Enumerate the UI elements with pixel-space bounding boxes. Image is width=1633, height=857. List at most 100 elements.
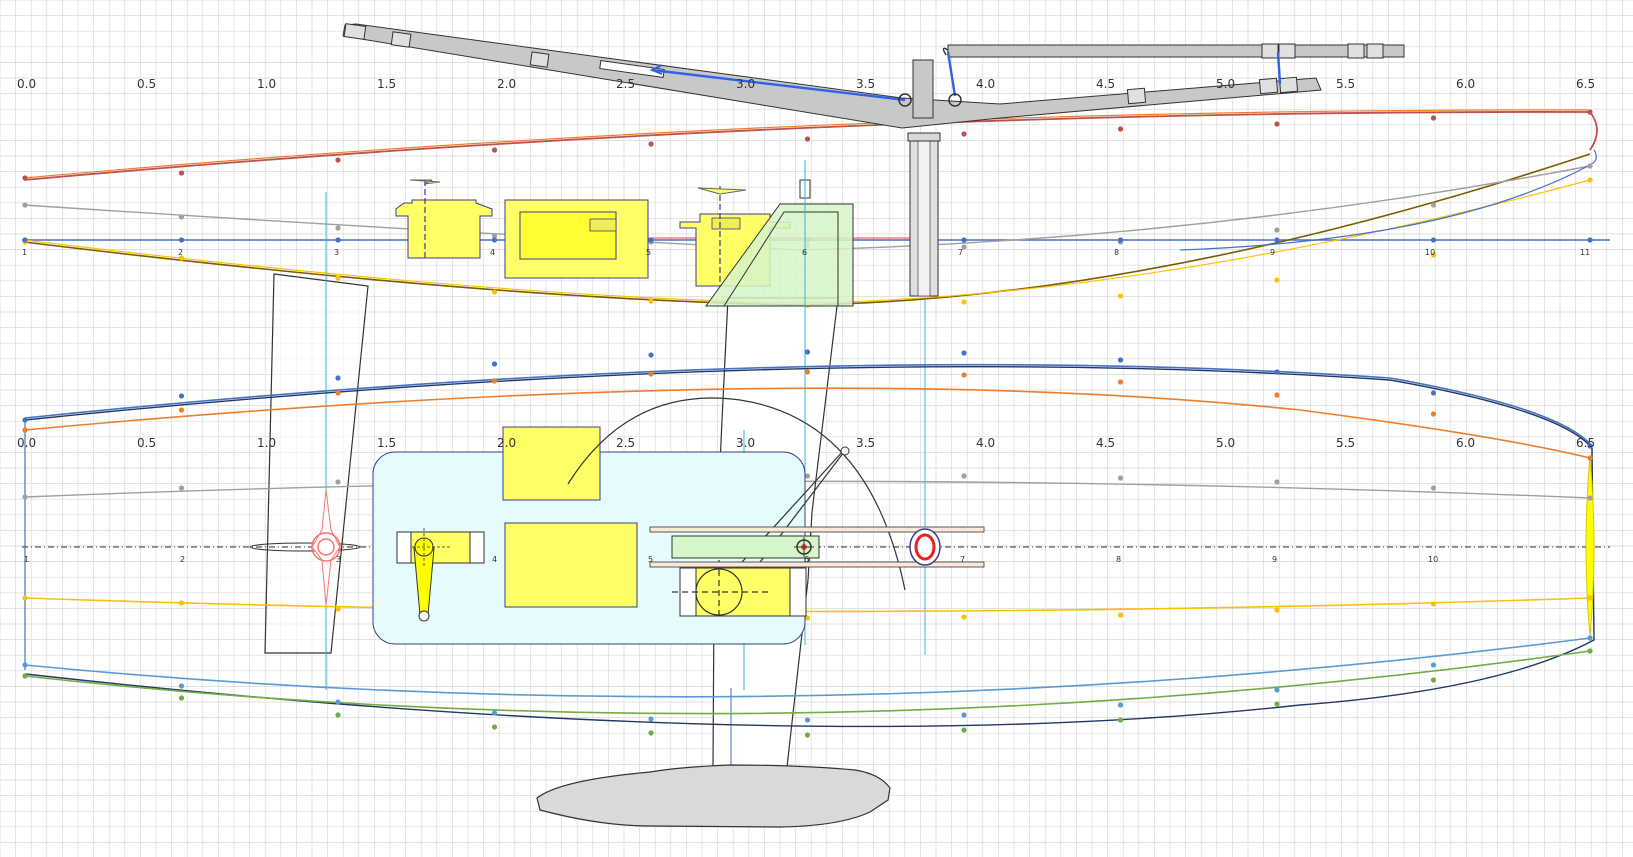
mast-rail-bottom[interactable] bbox=[649, 561, 985, 568]
station-dot[interactable] bbox=[1117, 293, 1124, 299]
station-dot[interactable] bbox=[178, 695, 185, 701]
rudder[interactable] bbox=[264, 273, 369, 654]
station-dot[interactable] bbox=[335, 712, 341, 718]
station-dot[interactable] bbox=[335, 606, 341, 612]
station-dot[interactable] bbox=[178, 393, 185, 399]
sail-winch-plan[interactable] bbox=[672, 560, 807, 617]
station-dot[interactable] bbox=[804, 369, 811, 375]
station-dot[interactable] bbox=[961, 712, 967, 718]
station-dot[interactable] bbox=[178, 214, 185, 220]
station-dot[interactable] bbox=[648, 141, 654, 147]
station-dot[interactable] bbox=[1587, 495, 1593, 501]
mast-step-plan[interactable] bbox=[909, 528, 941, 566]
station-dot[interactable] bbox=[335, 699, 341, 705]
station-dot[interactable] bbox=[22, 175, 28, 181]
station-dot[interactable] bbox=[1117, 357, 1124, 363]
station-dot[interactable] bbox=[804, 349, 811, 355]
station-dot[interactable] bbox=[491, 378, 498, 384]
station-dot[interactable] bbox=[178, 237, 185, 243]
station-dot[interactable] bbox=[491, 289, 498, 295]
mast-head[interactable] bbox=[912, 59, 934, 119]
station-dot[interactable] bbox=[961, 372, 967, 378]
station-dot[interactable] bbox=[178, 683, 185, 689]
station-dot[interactable] bbox=[335, 157, 341, 163]
station-dot[interactable] bbox=[1117, 717, 1124, 723]
station-dot[interactable] bbox=[1117, 475, 1124, 481]
station-dot[interactable] bbox=[178, 485, 185, 491]
station-dot[interactable] bbox=[648, 730, 654, 736]
station-dot[interactable] bbox=[648, 237, 654, 243]
station-dot[interactable] bbox=[22, 417, 28, 423]
station-dot[interactable] bbox=[648, 298, 654, 304]
station-dot[interactable] bbox=[1587, 635, 1593, 641]
station-dot[interactable] bbox=[178, 170, 185, 176]
station-dot[interactable] bbox=[1274, 227, 1280, 233]
station-dot[interactable] bbox=[22, 595, 28, 601]
station-dot[interactable] bbox=[804, 732, 811, 738]
station-dot[interactable] bbox=[1430, 115, 1437, 121]
rudder-servo-profile[interactable] bbox=[395, 179, 493, 259]
station-dot[interactable] bbox=[22, 494, 28, 500]
station-dot[interactable] bbox=[961, 350, 967, 356]
station-dot[interactable] bbox=[1587, 455, 1593, 461]
station-dot[interactable] bbox=[335, 390, 341, 396]
station-dot[interactable] bbox=[1274, 121, 1280, 127]
station-dot[interactable] bbox=[1274, 392, 1280, 398]
station-dot[interactable] bbox=[335, 479, 341, 485]
station-dot[interactable] bbox=[491, 237, 498, 243]
station-dot[interactable] bbox=[1117, 702, 1124, 708]
station-dot[interactable] bbox=[1274, 237, 1280, 243]
receiver-plan[interactable] bbox=[502, 426, 601, 501]
station-dot[interactable] bbox=[1274, 687, 1280, 693]
station-dot[interactable] bbox=[335, 375, 341, 381]
station-dot[interactable] bbox=[491, 724, 498, 730]
station-dot[interactable] bbox=[1430, 411, 1437, 417]
station-dot[interactable] bbox=[1274, 701, 1280, 707]
battery-profile[interactable] bbox=[504, 199, 649, 279]
station-dot[interactable] bbox=[1274, 479, 1280, 485]
station-dot[interactable] bbox=[491, 710, 498, 716]
station-dot[interactable] bbox=[1587, 237, 1593, 243]
station-dot[interactable] bbox=[1587, 595, 1593, 601]
station-dot[interactable] bbox=[961, 237, 967, 243]
station-dot[interactable] bbox=[22, 673, 28, 679]
station-dot[interactable] bbox=[335, 225, 341, 231]
station-dot[interactable] bbox=[1117, 126, 1124, 132]
station-dot[interactable] bbox=[1274, 369, 1280, 375]
station-dot[interactable] bbox=[1430, 677, 1437, 683]
station-dot[interactable] bbox=[22, 662, 28, 668]
station-dot[interactable] bbox=[1430, 390, 1437, 396]
mast-rail-top[interactable] bbox=[649, 526, 985, 533]
station-dot[interactable] bbox=[178, 600, 185, 606]
station-dot[interactable] bbox=[961, 473, 967, 479]
jib-boom[interactable] bbox=[947, 44, 1405, 58]
station-dot[interactable] bbox=[1117, 379, 1124, 385]
station-dot[interactable] bbox=[1430, 202, 1437, 208]
station-dot[interactable] bbox=[804, 136, 811, 142]
station-dot[interactable] bbox=[961, 131, 967, 137]
station-dot[interactable] bbox=[22, 202, 28, 208]
station-dot[interactable] bbox=[1274, 277, 1280, 283]
station-dot[interactable] bbox=[1587, 109, 1593, 115]
station-dot[interactable] bbox=[1117, 612, 1124, 618]
station-dot[interactable] bbox=[961, 299, 967, 305]
station-dot[interactable] bbox=[1117, 237, 1124, 243]
station-dot[interactable] bbox=[1430, 237, 1437, 243]
station-dot[interactable] bbox=[1274, 607, 1280, 613]
station-dot[interactable] bbox=[648, 716, 654, 722]
station-dot[interactable] bbox=[961, 614, 967, 620]
station-dot[interactable] bbox=[335, 237, 341, 243]
station-dot[interactable] bbox=[1587, 163, 1593, 169]
station-dot[interactable] bbox=[1587, 177, 1593, 183]
station-dot[interactable] bbox=[178, 407, 185, 413]
station-dot[interactable] bbox=[22, 237, 28, 243]
station-dot[interactable] bbox=[22, 427, 28, 433]
station-dot[interactable] bbox=[804, 473, 811, 479]
station-dot[interactable] bbox=[491, 361, 498, 367]
keel-bulb[interactable] bbox=[536, 764, 891, 828]
station-dot[interactable] bbox=[961, 727, 967, 733]
station-dot[interactable] bbox=[491, 147, 498, 153]
station-dot[interactable] bbox=[1587, 648, 1593, 654]
station-dot[interactable] bbox=[1430, 485, 1437, 491]
station-dot[interactable] bbox=[1430, 662, 1437, 668]
